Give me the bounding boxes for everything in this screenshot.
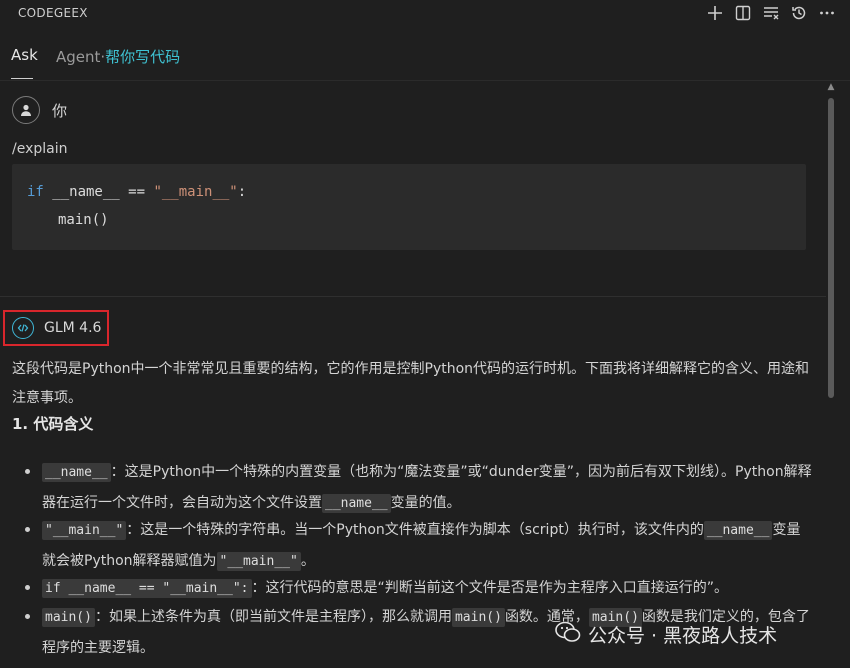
code-colon: :	[237, 184, 247, 200]
active-tab-indicator	[11, 78, 33, 79]
code-string: "__main__"	[153, 184, 238, 200]
code-keyword: if	[27, 184, 44, 200]
list-item-text: 变量的值。	[390, 495, 461, 511]
inline-code: main()	[42, 608, 95, 627]
code-block: if __name__ == "__main__": main()	[12, 164, 806, 250]
user-command: /explain	[12, 141, 68, 157]
inline-code: __name__	[42, 463, 111, 482]
wechat-icon	[554, 620, 582, 649]
list-item-text: ：如果上述条件为真（即当前文件是主程序），那么就调用	[94, 609, 452, 625]
list-item-text: ：这行代码的意思是“判断当前这个文件是否是作为主程序入口直接运行的”。	[251, 580, 729, 596]
inline-code: "__main__"	[216, 552, 301, 571]
watermark: 公众号 · 黑夜路人技术	[554, 620, 777, 649]
watermark-text: 公众号 · 黑夜路人技术	[588, 625, 778, 647]
codegeex-panel: CODEGEEX Ask Agent·帮你写代码 ▲ 你 /explain if…	[0, 0, 850, 668]
title-bar: CODEGEEX	[0, 0, 850, 26]
model-badge: GLM 4.6	[3, 310, 109, 346]
message-divider	[0, 296, 826, 297]
list-item-text: 。	[300, 553, 315, 569]
panel-title: CODEGEEX	[18, 6, 88, 20]
history-icon[interactable]	[788, 2, 810, 24]
more-icon[interactable]	[816, 2, 838, 24]
inline-code: if __name__ == "__main__":	[42, 579, 252, 598]
user-avatar-icon	[12, 96, 40, 124]
tab-ask[interactable]: Ask	[11, 46, 38, 64]
tab-agent-subtitle: 帮你写代码	[105, 48, 181, 66]
code-line-2: main()	[58, 212, 109, 228]
list-item: __name__ ：这是Python中一个特殊的内置变量（也称为“魔法变量”或“d…	[25, 457, 812, 519]
scroll-up-arrow-icon[interactable]: ▲	[826, 82, 836, 92]
inline-code: __name__	[703, 521, 773, 540]
plus-icon[interactable]	[704, 2, 726, 24]
code-text: __name__ ==	[43, 184, 154, 200]
code-line-1: if __name__ == "__main__":	[27, 184, 246, 200]
scrollbar-thumb[interactable]	[828, 98, 834, 398]
answer-intro: 这段代码是Python中一个非常常见且重要的结构，它的作用是控制Python代码…	[12, 361, 810, 406]
list-item: "__main__" ：这是一个特殊的字符串。当一个Python文件被直接作为脚本…	[25, 515, 812, 577]
list-item: if __name__ == "__main__": ：这行代码的意思是“判断当前…	[25, 573, 812, 604]
model-name: GLM 4.6	[44, 320, 102, 336]
tab-agent[interactable]: Agent·帮你写代码	[56, 46, 180, 67]
tab-bar: Ask Agent·帮你写代码	[0, 38, 850, 81]
user-name: 你	[52, 101, 68, 120]
user-message-header: 你	[12, 96, 67, 124]
scrollbar[interactable]: ▲	[826, 82, 836, 668]
model-logo-icon	[12, 317, 34, 339]
split-icon[interactable]	[732, 2, 754, 24]
inline-code: "__main__"	[42, 521, 127, 540]
tab-agent-label: Agent·	[56, 48, 106, 66]
inline-code: main()	[451, 608, 505, 627]
section-heading: 1. 代码含义	[12, 415, 94, 433]
list-icon[interactable]	[760, 2, 782, 24]
list-item-text: ：这是一个特殊的字符串。当一个Python文件被直接作为脚本（script）执行…	[126, 522, 704, 538]
inline-code: __name__	[322, 494, 391, 513]
title-actions	[704, 2, 838, 24]
